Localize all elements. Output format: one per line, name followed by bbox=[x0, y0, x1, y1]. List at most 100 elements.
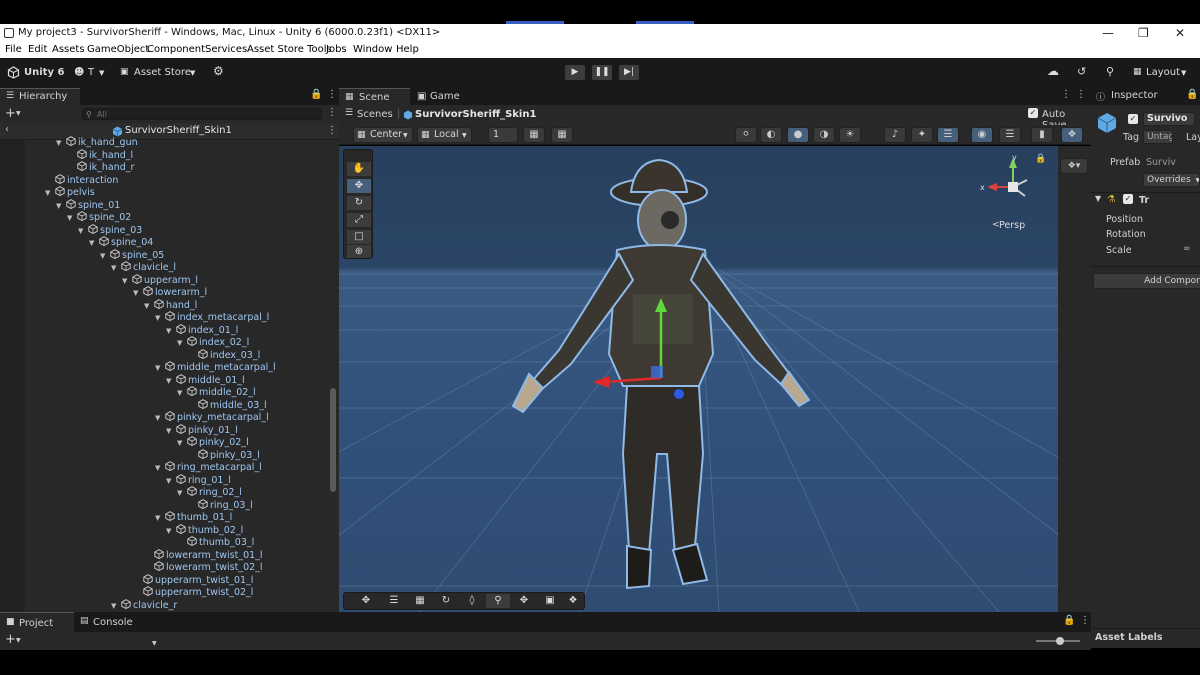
hierarchy-item[interactable]: ▼ hand_l bbox=[144, 298, 197, 311]
grid-snap-input[interactable]: 1 bbox=[488, 127, 518, 143]
hierarchy-item[interactable]: ▼ ik_hand_gun bbox=[56, 136, 138, 148]
prefab-value[interactable]: Surviv bbox=[1146, 157, 1176, 168]
layout-dropdown[interactable]: Layout bbox=[1146, 67, 1180, 78]
menu-window[interactable]: Window bbox=[353, 44, 392, 55]
tab-hierarchy[interactable]: ☰ Hierarchy bbox=[0, 88, 80, 105]
zoom-slider[interactable] bbox=[1036, 637, 1080, 645]
hierarchy-item[interactable]: thumb_03_l bbox=[177, 536, 254, 548]
foldout-arrow-icon[interactable]: ▼ bbox=[56, 139, 66, 147]
foldout-arrow-icon[interactable]: ▼ bbox=[122, 277, 132, 285]
hierarchy-item[interactable]: ik_hand_r bbox=[67, 161, 134, 173]
hierarchy-item[interactable]: ▼ clavicle_r bbox=[111, 598, 177, 611]
hierarchy-item[interactable]: lowerarm_twist_02_l bbox=[144, 561, 263, 573]
hierarchy-item[interactable]: middle_03_l bbox=[188, 398, 267, 411]
chevron-down-icon[interactable]: ▼ bbox=[16, 110, 21, 117]
hierarchy-item[interactable]: ▼ spine_03 bbox=[78, 223, 142, 236]
hierarchy-item[interactable]: interaction bbox=[45, 173, 118, 186]
maximize-button[interactable]: ❐ bbox=[1138, 26, 1149, 40]
foldout-arrow-icon[interactable]: ▼ bbox=[56, 202, 66, 210]
hierarchy-item[interactable]: ▼ index_metacarpal_l bbox=[155, 311, 269, 323]
kebab-menu-icon[interactable]: ⋮ bbox=[327, 125, 337, 136]
asset-labels-section[interactable]: Asset Labels bbox=[1091, 628, 1200, 646]
tab-inspector[interactable]: Inspector bbox=[1111, 90, 1158, 101]
kebab-menu-icon[interactable]: ⋮ bbox=[327, 89, 337, 100]
hierarchy-item[interactable]: ▼ middle_metacarpal_l bbox=[155, 361, 276, 373]
foldout-arrow-icon[interactable]: ▼ bbox=[177, 439, 187, 447]
foldout-arrow-icon[interactable]: ▼ bbox=[78, 227, 88, 235]
foldout-arrow-icon[interactable]: ▼ bbox=[133, 289, 143, 297]
link-icon[interactable]: ∞ bbox=[1183, 244, 1191, 254]
scene-header-row[interactable]: ‹ SurvivorSheriff_Skin1 ⋮ bbox=[0, 123, 339, 140]
align-overlay-button[interactable]: ☰ bbox=[382, 594, 406, 608]
add-component-button[interactable]: Add Compon bbox=[1093, 273, 1200, 289]
hierarchy-item[interactable]: ring_03_l bbox=[188, 498, 253, 511]
hierarchy-item[interactable]: ▼ upperarm_l bbox=[122, 273, 198, 286]
hierarchy-item[interactable]: ▼ thumb_02_l bbox=[166, 523, 243, 536]
pivot-dropdown[interactable]: ▦ Center ▼ bbox=[353, 127, 413, 143]
move-overlay-button[interactable]: ✥ bbox=[354, 594, 378, 608]
rect-tool-button[interactable]: □ bbox=[347, 230, 371, 244]
foldout-arrow-icon[interactable]: ▼ bbox=[166, 477, 176, 485]
menu-file[interactable]: File bbox=[5, 44, 22, 55]
step-button[interactable]: ▶| bbox=[619, 65, 639, 80]
hierarchy-item[interactable]: ik_hand_l bbox=[67, 148, 133, 161]
wireframe-shading-button[interactable]: ⚪ bbox=[735, 127, 757, 143]
component-checkbox[interactable]: ✓ bbox=[1123, 194, 1133, 204]
hierarchy-item[interactable]: ▼ middle_01_l bbox=[166, 373, 245, 386]
tab-project[interactable]: ■ Project bbox=[0, 612, 74, 632]
breadcrumb-object[interactable]: SurvivorSheriff_Skin1 bbox=[415, 109, 536, 120]
lock-icon[interactable]: 🔒 bbox=[1063, 615, 1075, 626]
hierarchy-item[interactable]: ▼ ring_02_l bbox=[177, 486, 242, 498]
chevron-down-icon[interactable]: ▼ bbox=[190, 69, 195, 77]
hierarchy-item[interactable]: ▼ index_02_l bbox=[177, 336, 249, 348]
search-icon[interactable]: ⚲ bbox=[1106, 65, 1114, 78]
kebab-menu-icon[interactable]: ⋮ bbox=[1080, 615, 1090, 626]
hierarchy-item[interactable]: ▼ clavicle_l bbox=[111, 261, 176, 273]
pause-button[interactable]: ❚❚ bbox=[592, 65, 612, 80]
tab-scene[interactable]: ▦ Scene bbox=[339, 88, 410, 105]
foldout-arrow-icon[interactable]: ▼ bbox=[67, 214, 77, 222]
foldout-arrow-icon[interactable]: ▼ bbox=[166, 377, 176, 385]
view-options-button[interactable]: ▮ bbox=[1031, 127, 1053, 143]
foldout-arrow-icon[interactable]: ▼ bbox=[111, 264, 121, 272]
kebab-menu-icon[interactable]: ⋮ bbox=[327, 107, 337, 118]
lock-icon[interactable]: 🔒 bbox=[1035, 154, 1046, 164]
scale-tool-button[interactable]: ⤢ bbox=[347, 213, 371, 227]
foldout-arrow-icon[interactable]: ▼ bbox=[100, 252, 110, 260]
account-icon[interactable]: ☻ bbox=[74, 67, 84, 78]
gear-icon[interactable]: ⚙ bbox=[213, 64, 224, 78]
hierarchy-item[interactable]: ▼ spine_04 bbox=[89, 236, 153, 248]
tag-dropdown[interactable]: Untag bbox=[1143, 130, 1173, 144]
scene-viewport[interactable]: ✋ ✥ ↻ ⤢ □ ⊕ y x < Persp 🔒 ✥ ☰ ▦ ↻ ◊ ⚲ ✥ … bbox=[339, 146, 1058, 612]
chevron-down-icon[interactable]: ▼ bbox=[16, 637, 21, 644]
rotate-tool-button[interactable]: ↻ bbox=[347, 196, 371, 210]
hierarchy-item[interactable]: ▼ ring_01_l bbox=[166, 473, 231, 486]
foldout-arrow-icon[interactable]: ▼ bbox=[45, 189, 55, 197]
zoom-slider-handle[interactable] bbox=[1056, 637, 1064, 645]
hierarchy-item[interactable]: lowerarm_twist_01_l bbox=[144, 548, 263, 561]
menu-help[interactable]: Help bbox=[396, 44, 419, 55]
hierarchy-item[interactable]: ▼ spine_02 bbox=[67, 211, 131, 223]
foldout-arrow-icon[interactable]: ▼ bbox=[166, 427, 176, 435]
foldout-arrow-icon[interactable]: ▼ bbox=[177, 339, 187, 347]
unlit-button[interactable]: ◑ bbox=[813, 127, 835, 143]
snap-toggle-button[interactable]: ▦ bbox=[551, 127, 573, 143]
lock-icon[interactable]: 🔒 bbox=[310, 89, 322, 100]
hierarchy-item[interactable]: ▼ pinky_metacarpal_l bbox=[155, 411, 269, 423]
tab-game[interactable]: ▣ Game bbox=[415, 88, 475, 105]
active-checkbox[interactable]: ✓ bbox=[1128, 114, 1138, 124]
gizmos-button[interactable]: ❖ bbox=[1061, 127, 1083, 143]
menu-edit[interactable]: Edit bbox=[28, 44, 47, 55]
orientation-gizmo[interactable]: y x < Persp bbox=[975, 152, 1035, 232]
fx-toggle-button[interactable]: ✦ bbox=[911, 127, 933, 143]
menu-component[interactable]: Component bbox=[147, 44, 205, 55]
hand-tool-button[interactable]: ✋ bbox=[347, 162, 371, 176]
layers-overlay-button[interactable]: ◊ bbox=[460, 594, 484, 608]
foldout-arrow-icon[interactable]: ▼ bbox=[177, 389, 187, 397]
rotate-overlay-button[interactable]: ↻ bbox=[434, 594, 458, 608]
foldout-arrow-icon[interactable]: ▼ bbox=[155, 414, 165, 422]
close-button[interactable]: ✕ bbox=[1175, 26, 1185, 40]
overrides-dropdown[interactable]: Overrides ▼ bbox=[1143, 173, 1200, 187]
shaded-button[interactable]: ● bbox=[787, 127, 809, 143]
foldout-arrow-icon[interactable]: ▼ bbox=[166, 327, 176, 335]
